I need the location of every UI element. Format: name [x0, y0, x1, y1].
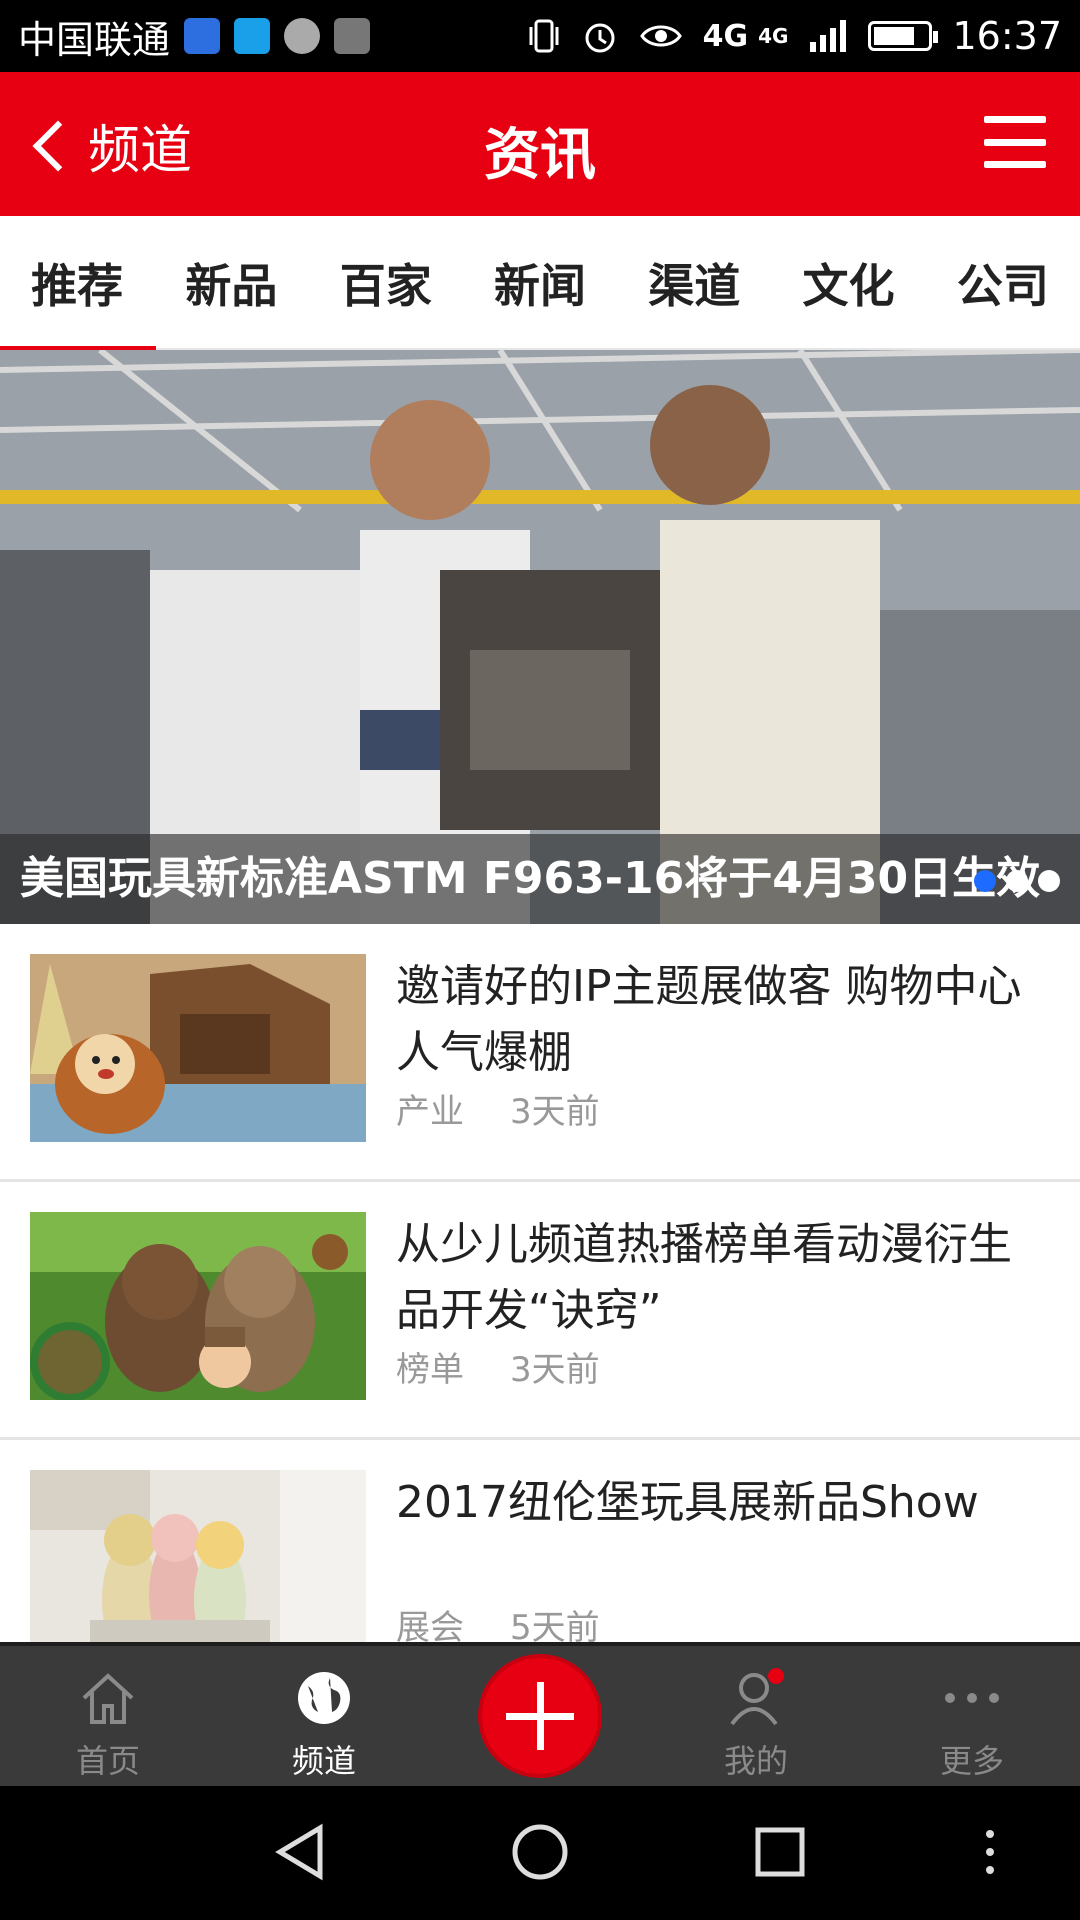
news-time: 3天前	[510, 1092, 600, 1132]
tab-recommend[interactable]: 推荐	[0, 216, 157, 352]
nav-mine-label: 我的	[723, 1742, 788, 1780]
system-nav-bar	[0, 1786, 1080, 1920]
eye-icon	[639, 25, 682, 47]
tab-news[interactable]: 新闻	[463, 216, 617, 350]
nav-home[interactable]: 首页	[0, 1646, 216, 1790]
news-category: 产业	[396, 1092, 464, 1132]
news-thumbnail	[30, 954, 366, 1142]
avatar-icon	[284, 18, 321, 54]
battery-icon	[868, 21, 939, 51]
add-button[interactable]	[478, 1654, 602, 1778]
tab-company[interactable]: 公司	[926, 216, 1080, 350]
news-item[interactable]: 从少儿频道热播榜单看动漫衍生品开发“诀窍” 榜单 3天前	[0, 1182, 1080, 1440]
nav-channel[interactable]: 频道	[216, 1646, 432, 1790]
carousel-dot	[1038, 870, 1060, 892]
banner-caption: 美国玩具新标准ASTM F963-16将于4月30日生效	[0, 834, 1080, 924]
nav-more[interactable]: 更多	[864, 1646, 1080, 1790]
nav-more-label: 更多	[939, 1742, 1004, 1780]
vibrate-icon	[529, 19, 559, 53]
carousel-dot	[1006, 870, 1028, 892]
news-item[interactable]: 2017纽伦堡玩具展新品Show 展会 5天前	[0, 1440, 1080, 1642]
carousel-dot	[974, 870, 996, 892]
news-category: 榜单	[396, 1350, 464, 1390]
user-icon	[730, 1668, 784, 1726]
app-header: 频道 资讯	[0, 72, 1080, 216]
alarm-icon	[585, 23, 615, 53]
news-title: 2017纽伦堡玩具展新品Show	[396, 1477, 979, 1528]
tab-new-products[interactable]: 新品	[154, 216, 308, 350]
news-thumbnail	[30, 1212, 366, 1400]
menu-icon[interactable]	[984, 116, 1046, 168]
carousel-indicator	[974, 870, 1060, 892]
news-list: 邀请好的IP主题展做客 购物中心人气爆棚 产业 3天前 从少儿频道热播榜单看动漫…	[0, 924, 1080, 1642]
news-title: 从少儿频道热播榜单看动漫衍生品开发“诀窍”	[396, 1219, 1012, 1336]
more-dots-icon	[945, 1693, 999, 1703]
tab-channels[interactable]: 渠道	[617, 216, 771, 350]
news-category: 展会	[396, 1608, 464, 1642]
signal-icon	[810, 20, 847, 52]
news-title: 邀请好的IP主题展做客 购物中心人气爆棚	[396, 961, 1022, 1078]
banner-carousel[interactable]: 美国玩具新标准ASTM F963-16将于4月30日生效	[0, 350, 1080, 924]
news-time: 3天前	[510, 1350, 600, 1390]
status-bar: 中国联通 4G 4G 16:37	[0, 0, 1080, 72]
carrier-label: 中国联通	[18, 17, 171, 62]
shield-icon	[184, 18, 221, 54]
recents-square-icon[interactable]	[752, 1822, 808, 1882]
news-time: 5天前	[510, 1608, 600, 1642]
news-thumbnail	[30, 1470, 366, 1642]
overflow-menu-icon[interactable]	[980, 1822, 1000, 1882]
nav-channel-label: 频道	[291, 1742, 356, 1780]
tab-culture[interactable]: 文化	[771, 216, 925, 350]
bottom-nav: 首页 频道 我的 更多	[0, 1642, 1080, 1786]
news-meta: 产业 3天前	[396, 1084, 600, 1133]
nav-mine[interactable]: 我的	[648, 1646, 864, 1790]
gallery-icon	[334, 18, 371, 54]
globe-icon	[298, 1672, 350, 1724]
news-meta: 榜单 3天前	[396, 1342, 600, 1391]
page-title: 资讯	[484, 123, 596, 188]
news-meta: 展会 5天前	[396, 1600, 600, 1642]
tab-hundred-voices[interactable]: 百家	[309, 216, 463, 350]
nav-home-label: 首页	[75, 1742, 140, 1780]
category-tabs: 推荐 新品 百家 新闻 渠道 文化 公司	[0, 216, 1080, 352]
network-small-label: 4G	[758, 24, 789, 48]
home-icon	[82, 1673, 134, 1724]
clock-label: 16:37	[952, 14, 1062, 58]
back-triangle-icon[interactable]	[272, 1822, 328, 1882]
network-label: 4G	[702, 18, 749, 54]
news-item[interactable]: 邀请好的IP主题展做客 购物中心人气爆棚 产业 3天前	[0, 924, 1080, 1182]
health-icon	[234, 18, 271, 54]
home-circle-icon[interactable]	[510, 1822, 570, 1882]
